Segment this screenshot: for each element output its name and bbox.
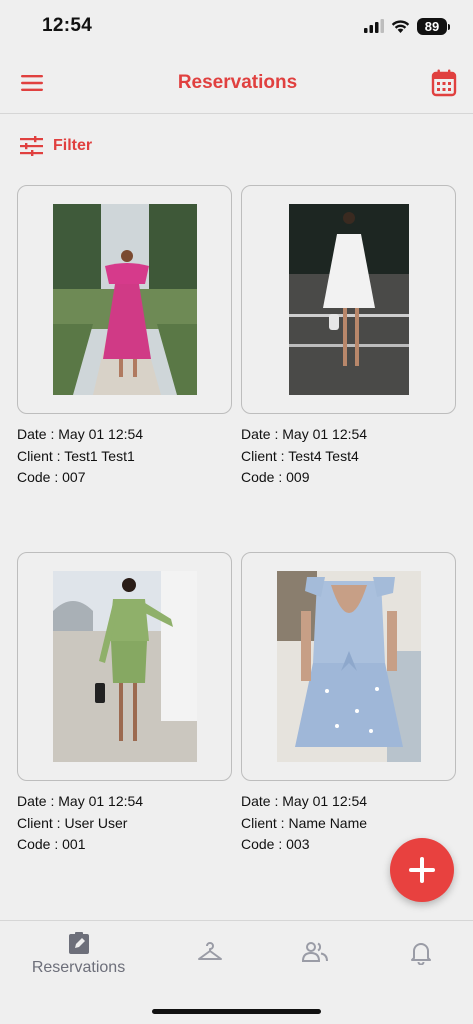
reservation-code: Code : 007 (17, 469, 86, 485)
card-image-frame[interactable] (17, 552, 232, 781)
cellular-signal-icon (364, 19, 384, 33)
home-indicator (152, 1009, 321, 1014)
app-bar: Reservations (0, 52, 473, 114)
card-image-frame[interactable] (241, 552, 456, 781)
reservation-date: Date : May 01 12:54 (17, 793, 144, 809)
reservation-code: Code : 009 (241, 469, 310, 485)
bell-icon (411, 943, 431, 965)
card-info: Date : May 01 12:54 Client : Test1 Test1… (17, 424, 232, 489)
dress-photo (52, 571, 197, 762)
card-info: Date : May 01 12:54 Client : Test4 Test4… (241, 424, 456, 489)
battery-icon: 89 (417, 17, 450, 35)
reservation-client: Client : Test1 Test1 (17, 447, 135, 464)
dress-photo (288, 204, 409, 395)
wifi-icon (391, 20, 410, 33)
dress-photo (276, 571, 421, 762)
card-image-frame[interactable] (17, 185, 232, 414)
card-info: Date : May 01 12:54 Client : User User C… (17, 791, 232, 856)
sliders-icon (20, 136, 43, 156)
nav-label-reservations: Reservations (31, 959, 126, 976)
hamburger-menu-icon[interactable] (20, 74, 44, 92)
add-reservation-button[interactable] (390, 838, 454, 902)
filter-label: Filter (53, 137, 93, 154)
reservation-client: Client : User User (17, 814, 128, 831)
card-image-frame[interactable] (241, 185, 456, 414)
filter-button[interactable]: Filter (20, 130, 92, 162)
plus-icon (409, 857, 435, 883)
users-icon (302, 942, 328, 962)
hanger-icon (198, 942, 222, 960)
nav-item-catalog[interactable] (197, 941, 223, 963)
dress-photo (52, 204, 197, 395)
status-time: 12:54 (42, 15, 93, 36)
status-icons: 89 (364, 17, 450, 35)
reservation-card[interactable]: Date : May 01 12:54 Client : Test1 Test1… (17, 185, 232, 489)
clipboard-edit-icon (68, 932, 89, 954)
status-bar: 12:54 89 (0, 0, 473, 52)
page-title: Reservations (177, 71, 298, 93)
nav-item-clients[interactable] (302, 941, 328, 963)
nav-item-reservations[interactable]: Reservations (30, 931, 127, 977)
calendar-icon[interactable] (431, 69, 457, 97)
reservation-client: Client : Test4 Test4 (241, 447, 359, 464)
reservation-date: Date : May 01 12:54 (241, 793, 368, 809)
reservation-code: Code : 001 (17, 836, 86, 852)
reservation-card[interactable]: Date : May 01 12:54 Client : User User C… (17, 552, 232, 856)
reservation-date: Date : May 01 12:54 (241, 426, 368, 442)
nav-item-notifications[interactable] (410, 941, 432, 965)
reservation-client: Client : Name Name (241, 814, 368, 831)
reservation-card[interactable]: Date : May 01 12:54 Client : Test4 Test4… (241, 185, 456, 489)
reservation-card[interactable]: Date : May 01 12:54 Client : Name Name C… (241, 552, 456, 856)
reservation-date: Date : May 01 12:54 (17, 426, 144, 442)
